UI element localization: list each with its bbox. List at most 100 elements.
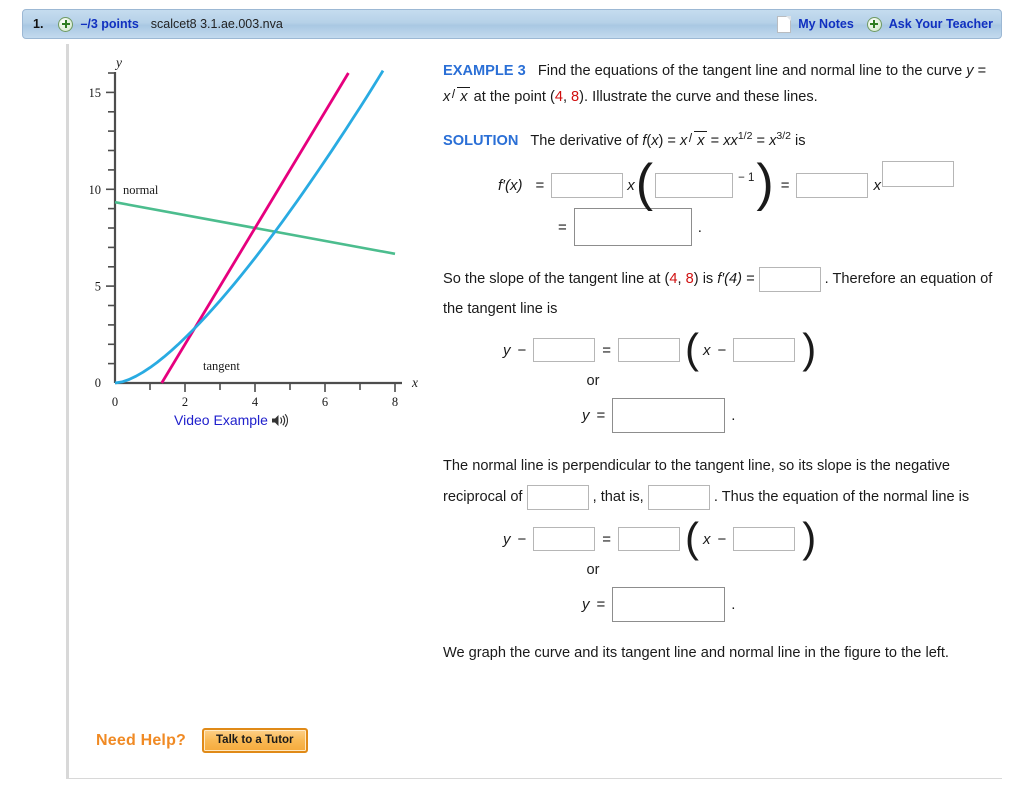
answer-input-exponent-1[interactable] xyxy=(655,172,734,198)
xtick-2: 2 xyxy=(182,395,188,406)
closing-paragraph: We graph the curve and its tangent line … xyxy=(443,640,995,666)
xtick-0: 0 xyxy=(112,395,118,406)
equals-sign-4: = xyxy=(602,341,612,359)
normal-text-3: the normal line is xyxy=(858,489,970,505)
answer-input-tangent-slope[interactable] xyxy=(618,338,681,362)
answer-input-normal-y1[interactable] xyxy=(533,527,596,551)
problem-statement: EXAMPLE 3 Find the equations of the tang… xyxy=(443,58,995,110)
minus-sign-4: − xyxy=(717,530,727,548)
normal-point-slope-row: y − = ( x − ) xyxy=(503,514,817,561)
tangent-annotation: tangent xyxy=(203,359,240,373)
closing-line-1: We graph the curve and its tangent line … xyxy=(443,645,898,661)
ytick-15: 15 xyxy=(90,86,101,100)
equals-sign-1: = xyxy=(535,176,545,194)
point-inline-2: (4, 8) xyxy=(664,271,699,287)
normal-text-2b: , that is, xyxy=(592,489,644,505)
answer-input-derivative-simplified[interactable] xyxy=(573,208,692,246)
question-number: 1. xyxy=(33,17,44,31)
fprime4-label: f′(4) = xyxy=(717,271,755,287)
minus-one-label: − 1 xyxy=(738,172,755,184)
video-example-label: Video Example xyxy=(174,412,268,428)
fprime-label: f′(x) xyxy=(498,176,523,194)
page-root: 1. –/3 points scalcet8 3.1.ae.003.nva My… xyxy=(0,0,1024,804)
my-notes-link[interactable]: My Notes xyxy=(798,17,854,31)
fprime-equation-row-2: = . xyxy=(551,208,995,246)
normal-text-1: The normal line is perpendicular to the … xyxy=(443,458,891,474)
y-symbol-3: y xyxy=(503,530,511,548)
normal-text-2c: . Thus the equation of xyxy=(713,489,855,505)
xtick-8: 8 xyxy=(392,395,398,406)
answer-input-normal-slope-2[interactable] xyxy=(618,527,681,551)
xtick-4: 4 xyxy=(252,395,259,406)
solution-intro-line: SOLUTION The derivative of f(x) = xx = x… xyxy=(443,128,995,154)
talk-to-a-tutor-button[interactable]: Talk to a Tutor xyxy=(202,728,308,753)
point-y-2: 8 xyxy=(685,271,694,287)
plus-circle-icon-teacher[interactable] xyxy=(866,16,882,32)
need-help-section: Need Help? Talk to a Tutor xyxy=(96,728,308,753)
ask-your-teacher-link[interactable]: Ask Your Teacher xyxy=(889,17,993,31)
answer-input-tangent-y1[interactable] xyxy=(533,338,596,362)
answer-input-tangent-equation[interactable] xyxy=(612,398,726,433)
minus-sign-2: − xyxy=(717,341,727,359)
x-symbol-2: x xyxy=(873,176,881,194)
equals-sign-5: = xyxy=(596,407,606,424)
minus-sign-1: − xyxy=(517,341,527,359)
equals-sign-7: = xyxy=(596,596,606,613)
answer-input-exponent-2[interactable] xyxy=(881,161,954,187)
point-y: 8 xyxy=(571,89,580,105)
answer-input-tangent-x1[interactable] xyxy=(733,338,796,362)
answer-input-coefficient-1[interactable] xyxy=(551,172,624,198)
ytick-0: 0 xyxy=(95,376,101,390)
point-x-2: 4 xyxy=(669,271,678,287)
solution-panel: EXAMPLE 3 Find the equations of the tang… xyxy=(443,58,995,666)
slope-text-2: . Therefore xyxy=(824,271,896,287)
point-inline: (4, 8). xyxy=(549,89,589,105)
plus-circle-icon[interactable] xyxy=(58,16,74,32)
question-header-left: 1. –/3 points scalcet8 3.1.ae.003.nva xyxy=(33,10,283,38)
question-header-right: My Notes Ask Your Teacher xyxy=(777,10,993,38)
answer-input-normal-equation[interactable] xyxy=(612,587,726,622)
y-symbol-1: y xyxy=(503,341,511,359)
solution-intro-text: The derivative of xyxy=(530,133,639,149)
solution-intro-tail: is xyxy=(795,133,806,149)
period-1: . xyxy=(697,218,702,236)
need-help-label: Need Help? xyxy=(96,731,187,749)
period-2: . xyxy=(731,407,736,424)
fx-expression: f(x) = xx = xx1/2 = x3/2 xyxy=(642,131,795,149)
statement-part-b: at the point xyxy=(473,89,546,105)
graph-svg: 0 5 10 15 0 2 4 6 8 y x normal tangent xyxy=(90,56,418,406)
tangent-point-slope-row: y − = ( x − ) xyxy=(503,325,817,372)
tangent-slope-intercept-row: y = . xyxy=(582,398,995,433)
graph-figure: 0 5 10 15 0 2 4 6 8 y x normal tangent xyxy=(90,56,430,456)
xtick-6: 6 xyxy=(322,395,328,406)
equals-sign-6: = xyxy=(602,530,612,548)
fprime-equation-row-1: f′(x) = x ( − 1 ) = x xyxy=(498,157,995,209)
column-divider xyxy=(66,44,69,779)
x-symbol-1: x xyxy=(627,176,635,194)
bottom-divider xyxy=(66,778,1002,779)
x-axis-label: x xyxy=(411,375,418,390)
equals-sign-2: = xyxy=(780,176,790,194)
slope-text-1: So the slope of the tangent line at xyxy=(443,271,661,287)
video-example-link[interactable]: Video Example xyxy=(106,412,356,428)
answer-input-normal-x1[interactable] xyxy=(733,527,796,551)
normal-slope-intercept-row: y = . xyxy=(582,587,995,622)
question-header-bar: 1. –/3 points scalcet8 3.1.ae.003.nva My… xyxy=(22,9,1002,39)
statement-part-c: Illustrate the curve and these lines. xyxy=(592,89,818,105)
minus-sign-3: − xyxy=(517,530,527,548)
note-page-icon[interactable] xyxy=(777,15,792,33)
example-label: EXAMPLE 3 xyxy=(443,63,526,79)
ytick-5: 5 xyxy=(95,280,101,294)
y-axis-label: y xyxy=(114,56,122,70)
answer-input-coefficient-2[interactable] xyxy=(796,172,869,198)
period-3: . xyxy=(731,596,736,613)
y-symbol-4: y xyxy=(582,596,590,613)
speaker-icon xyxy=(271,413,288,427)
statement-part-a: Find the equations of the tangent line a… xyxy=(537,63,963,79)
answer-input-reciprocal-of[interactable] xyxy=(526,484,589,510)
answer-input-slope-tangent[interactable] xyxy=(758,266,821,292)
closing-line-2: the left. xyxy=(901,645,949,661)
x-symbol-4: x xyxy=(703,530,711,548)
slope-text-mid: is xyxy=(702,271,714,287)
answer-input-normal-slope[interactable] xyxy=(647,484,710,510)
